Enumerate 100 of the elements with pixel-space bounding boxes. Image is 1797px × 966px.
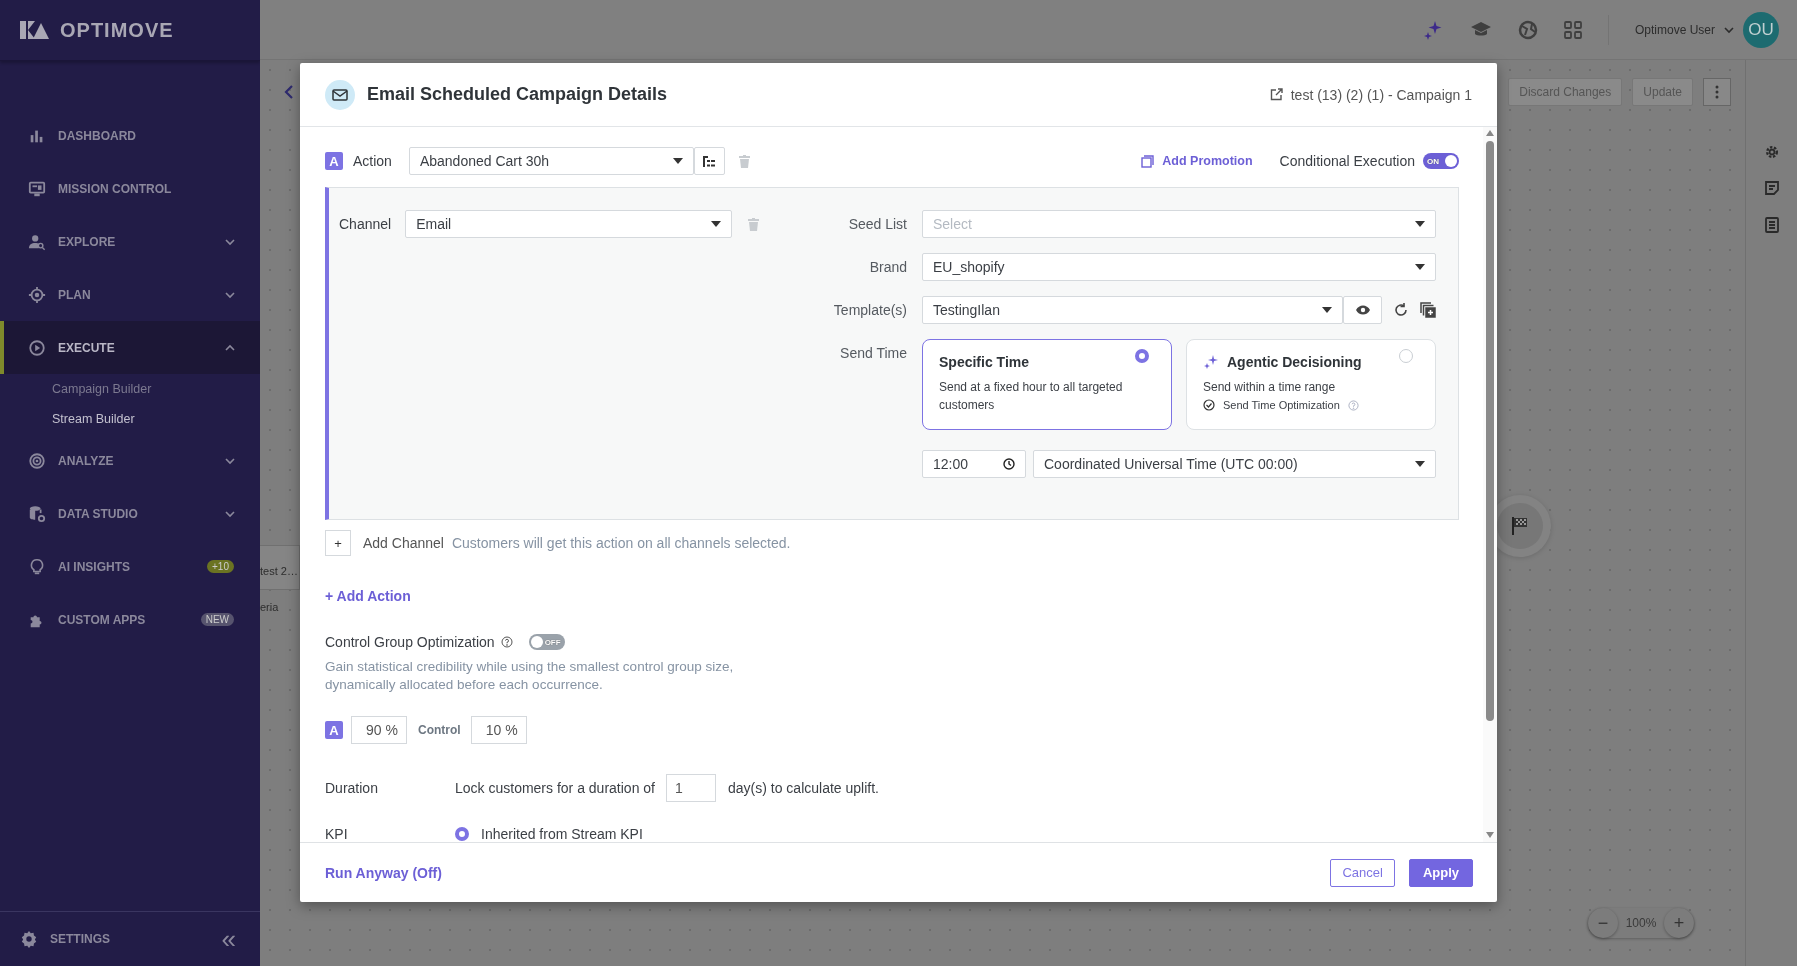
nav-icon (28, 557, 46, 576)
kpi-label: KPI (325, 826, 349, 842)
control-group-label: Control Group Optimization (325, 634, 495, 650)
nav-icon (28, 285, 46, 304)
nav-icon (28, 338, 46, 357)
add-channel-button[interactable]: + (325, 530, 351, 556)
zoom-level: 100% (1625, 916, 1657, 930)
mail-icon (325, 79, 355, 110)
option-card[interactable]: Specific Time Send at a fixed hour to all targeted customers (922, 339, 1172, 430)
clock-icon (1003, 458, 1015, 470)
help-icon[interactable] (500, 636, 513, 648)
brand-name: OPTIMOVE (60, 18, 174, 42)
conditional-execution-label: Conditional Execution (1279, 153, 1415, 169)
canvas-node[interactable]: test 2… (260, 545, 300, 590)
feature-label: Send Time Optimization (1223, 399, 1340, 411)
user-name[interactable]: Optimove User (1634, 22, 1715, 37)
caret-icon[interactable] (1415, 264, 1425, 270)
toggle-switch[interactable]: ON (1423, 153, 1459, 169)
add-action-link[interactable]: + Add Action (325, 588, 411, 604)
nav-subitem[interactable]: Campaign Builder (0, 374, 260, 404)
select-field[interactable]: EU_shopify (922, 253, 1436, 281)
variant-badge: A (325, 152, 343, 170)
toggle-switch[interactable]: OFF (528, 634, 565, 650)
nav-item[interactable]: DATA STUDIO (0, 487, 260, 540)
clipboard-icon[interactable] (1763, 216, 1780, 233)
run-anyway-link[interactable]: Run Anyway (Off) (325, 864, 442, 881)
cancel-button[interactable]: Cancel (1330, 858, 1395, 887)
preview-button[interactable] (1343, 296, 1382, 324)
variant-badge: A (325, 721, 343, 739)
copy-icon[interactable] (1420, 302, 1436, 318)
refresh-icon[interactable] (1394, 303, 1408, 317)
count-badge: NEW (200, 613, 234, 626)
duration-text: Lock customers for a duration of (455, 780, 655, 796)
description-text: dynamically allocated before each occurrence. (325, 676, 604, 694)
nav-item[interactable]: EXPLORE (0, 215, 260, 268)
user-avatar[interactable]: OU (1743, 11, 1779, 48)
caret-icon[interactable] (1415, 221, 1425, 227)
node-label: test 2… (260, 565, 298, 577)
percent-field[interactable]: 10 % (470, 716, 527, 744)
channel-select[interactable]: Email (405, 210, 732, 238)
kpi-option[interactable]: Inherited from Stream KPI (481, 826, 643, 842)
zoom-in-button[interactable]: + (1664, 908, 1694, 938)
nav-item[interactable]: EXECUTE (0, 321, 260, 374)
nav-item[interactable]: CUSTOM APPS NEW (0, 593, 260, 646)
caret-icon[interactable] (1415, 461, 1425, 467)
field-label: Seed List (847, 215, 907, 234)
settings-icon[interactable] (1763, 144, 1780, 160)
add-promotion-link[interactable]: Add Promotion (1162, 154, 1253, 168)
percent-field[interactable]: 90 % (351, 716, 407, 744)
nav-item[interactable]: MISSION CONTROL (0, 162, 260, 215)
campaign-link[interactable]: test (13) (2) (1) - Campaign 1 (1290, 86, 1472, 103)
grid-icon[interactable] (1563, 20, 1582, 39)
option-description: Send within a time range (1203, 379, 1337, 396)
nav-item[interactable]: AI INSIGHTS +10 (0, 540, 260, 593)
option-description: Send at a fixed hour to all targeted customers (939, 379, 1124, 414)
tree-icon (703, 155, 716, 167)
nav-item[interactable]: PLAN (0, 268, 260, 321)
field-label: Template(s) (833, 301, 907, 320)
note-icon[interactable] (1763, 180, 1780, 196)
apply-button[interactable]: Apply (1408, 858, 1473, 887)
caret-icon[interactable] (711, 221, 721, 227)
nav-icon (28, 504, 46, 523)
nav-subitem[interactable]: Stream Builder (0, 404, 260, 434)
nav-icon (28, 179, 46, 198)
node-label: eria (260, 601, 279, 613)
globe-icon[interactable] (1517, 19, 1538, 40)
logo-icon (20, 21, 50, 39)
settings-label[interactable]: SETTINGS (50, 932, 210, 946)
duration-label: Duration (325, 780, 379, 796)
radio-button[interactable] (455, 827, 469, 841)
collapse-button[interactable]: « (221, 926, 236, 952)
nav-item[interactable]: DASHBOARD (0, 109, 260, 162)
select-field[interactable]: TestingIlan (922, 296, 1343, 324)
settings-icon[interactable] (20, 930, 38, 948)
timezone-select[interactable]: Coordinated Universal Time (UTC 00:00) (1033, 450, 1436, 478)
scrollbar[interactable] (1483, 127, 1497, 842)
channel-label: Channel (339, 216, 392, 232)
control-label: Control (418, 723, 461, 737)
action-select[interactable]: Abandoned Cart 30h (408, 147, 694, 175)
duration-field[interactable]: 1 (666, 774, 716, 802)
option-card[interactable]: Agentic Decisioning Send within a time range Send Time Optimization (1186, 339, 1436, 430)
caret-icon[interactable] (672, 158, 683, 164)
external-link-icon[interactable] (1269, 88, 1283, 101)
nav-item[interactable]: ANALYZE (0, 434, 260, 487)
tree-button[interactable] (693, 147, 725, 175)
radio-button[interactable] (1135, 349, 1149, 363)
option-title: Specific Time (939, 354, 1029, 370)
description-text: Gain statistical credibility while using the smallest control group size, (325, 658, 735, 676)
count-badge: +10 (207, 560, 234, 573)
caret-icon[interactable] (1322, 307, 1332, 313)
eye-icon (1355, 305, 1370, 315)
duration-text: day(s) to calculate uplift. (728, 780, 879, 796)
time-field[interactable]: 12:00 (922, 450, 1026, 478)
nav-icon (28, 232, 46, 251)
action-label: Action (353, 153, 392, 169)
radio-button[interactable] (1399, 349, 1413, 363)
nav-icon (28, 451, 46, 470)
field-label: Send Time (839, 344, 907, 363)
zoom-out-button[interactable]: − (1588, 908, 1618, 938)
dialog-title: Email Scheduled Campaign Details (367, 84, 669, 105)
